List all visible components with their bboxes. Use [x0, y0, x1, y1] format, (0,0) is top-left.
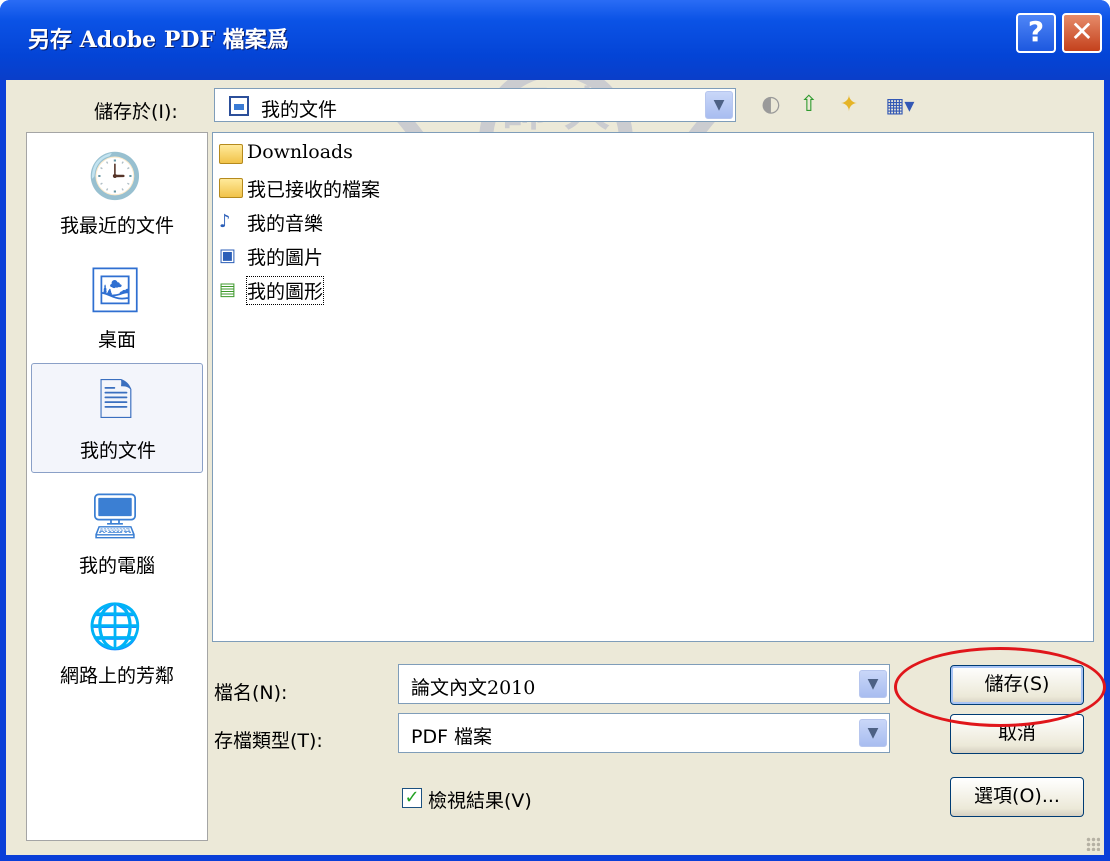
filetype-label: 存檔類型(T):: [214, 730, 323, 752]
my-documents-small-icon: [229, 96, 249, 116]
help-button[interactable]: ?: [1016, 13, 1056, 53]
folder-icon: [219, 144, 243, 164]
desktop-icon: 🖼: [87, 265, 143, 316]
back-icon[interactable]: ◐: [758, 92, 784, 118]
place-desktop[interactable]: 🖼 桌面: [31, 253, 203, 363]
options-button[interactable]: 選項(O)...: [950, 777, 1084, 817]
view-result-checkbox[interactable]: ✓: [402, 788, 422, 808]
new-folder-icon[interactable]: ✦: [836, 92, 862, 118]
save-in-label: 儲存於(I):: [94, 101, 178, 123]
network-places-icon: 🌐: [87, 601, 143, 652]
file-name: 我的圖形: [245, 276, 325, 305]
place-label: 我最近的文件: [59, 215, 174, 237]
view-result-label[interactable]: 檢視結果(V): [428, 786, 532, 813]
place-label: 我的文件: [79, 440, 156, 462]
chevron-down-icon[interactable]: ▼: [859, 670, 887, 698]
filetype-value: PDF 檔案: [411, 726, 493, 748]
window-title: 另存 Adobe PDF 檔案爲: [28, 27, 289, 53]
chevron-down-icon[interactable]: ▼: [705, 91, 733, 119]
cancel-button[interactable]: 取消: [950, 714, 1084, 754]
title-bar[interactable]: 另存 Adobe PDF 檔案爲 ? ✕: [0, 0, 1110, 80]
filename-field[interactable]: 論文內文2010 ▼: [398, 664, 890, 704]
recent-documents-icon: 🕒: [87, 151, 143, 202]
resize-grip-icon[interactable]: [1086, 837, 1100, 851]
places-bar: 🕒 我最近的文件 🖼 桌面 🗎 我的文件 🖥 我的電腦 🌐 網路上的芳鄰: [26, 132, 208, 841]
save-in-dropdown[interactable]: 我的文件 ▼: [214, 88, 736, 122]
my-computer-icon: 🖥: [87, 491, 143, 542]
dialog-client-area: 師 大 儲存於(I): 我的文件 ▼ ◐ ⇧ ✦ ▦▾ 🕒 我最近的文件 🖼 桌…: [6, 80, 1106, 855]
chevron-down-icon[interactable]: ▼: [859, 719, 887, 747]
filetype-dropdown[interactable]: PDF 檔案 ▼: [398, 713, 890, 753]
file-name: 我已接收的檔案: [247, 179, 381, 201]
pictures-folder-icon: ▣: [219, 245, 237, 266]
place-my-documents[interactable]: 🗎 我的文件: [31, 363, 203, 473]
place-label: 桌面: [97, 329, 136, 351]
folder-icon: [219, 178, 243, 198]
place-my-computer[interactable]: 🖥 我的電腦: [31, 479, 203, 589]
file-name: 我的音樂: [247, 213, 324, 235]
file-name: Downloads: [247, 141, 353, 163]
my-documents-icon: 🗎: [98, 376, 134, 427]
filename-label: 檔名(N):: [214, 682, 288, 704]
filename-value[interactable]: 論文內文2010: [411, 673, 535, 700]
file-list[interactable]: Downloads 我已接收的檔案 ♪ 我的音樂 ▣ 我的圖片 ▤ 我的圖形: [212, 132, 1094, 642]
graphics-folder-icon: ▤: [219, 279, 237, 300]
place-label: 我的電腦: [78, 555, 155, 577]
save-button[interactable]: 儲存(S): [950, 665, 1084, 705]
save-as-dialog: 另存 Adobe PDF 檔案爲 ? ✕ 師 大 儲存於(I): 我的文件 ▼ …: [0, 0, 1110, 861]
place-recent-documents[interactable]: 🕒 我最近的文件: [31, 139, 203, 249]
file-name: 我的圖片: [247, 247, 324, 269]
up-folder-icon[interactable]: ⇧: [796, 92, 822, 118]
close-button[interactable]: ✕: [1062, 13, 1102, 53]
views-menu-icon[interactable]: ▦▾: [880, 92, 920, 118]
place-network[interactable]: 🌐 網路上的芳鄰: [31, 589, 203, 699]
save-in-value: 我的文件: [261, 99, 338, 121]
place-label: 網路上的芳鄰: [59, 665, 174, 687]
music-folder-icon: ♪: [219, 211, 231, 232]
